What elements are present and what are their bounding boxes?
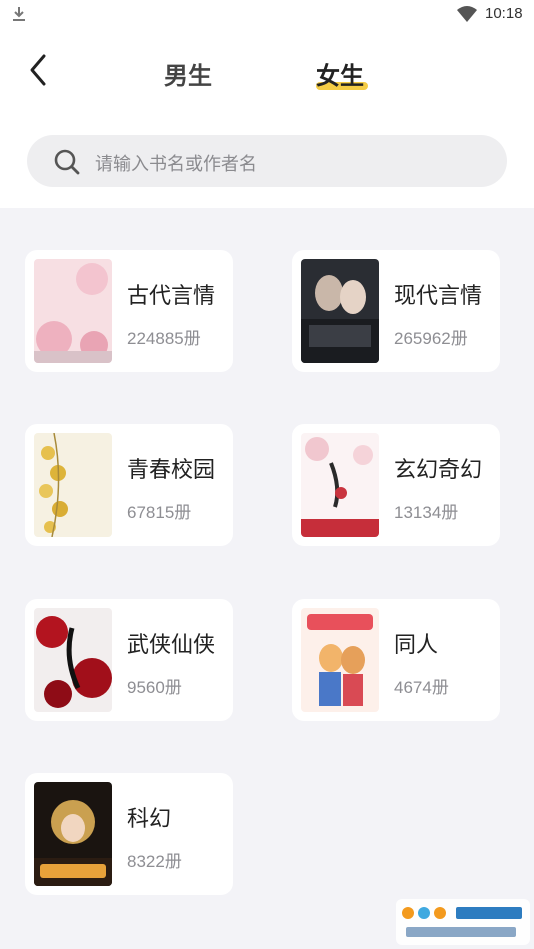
category-title: 同人 [394,633,439,658]
status-time: 10:18 [485,5,523,22]
category-card-ancient-romance[interactable]: 古代言情 224885册 [25,250,233,372]
category-title: 科幻 [127,807,172,832]
wifi-icon [457,6,477,22]
search-icon [54,149,80,175]
category-card-fan-fiction[interactable]: 同人 4674册 [292,599,500,721]
category-count: 265962册 [394,329,468,348]
category-card-youth-campus[interactable]: 青春校园 67815册 [25,424,233,546]
status-bar: 10:18 [0,0,534,28]
book-cover-image [34,608,112,712]
category-card-fantasy[interactable]: 玄幻奇幻 13134册 [292,424,500,546]
category-count: 224885册 [127,329,201,348]
category-title: 古代言情 [127,284,216,309]
search-input[interactable]: 请输入书名或作者名 [27,135,507,187]
category-title: 玄幻奇幻 [394,458,483,483]
category-title: 武侠仙侠 [127,633,216,658]
tab-female-label: 女生 [316,62,364,90]
book-cover-image [34,782,112,886]
download-icon [13,7,25,21]
book-cover-image [301,608,379,712]
category-title: 现代言情 [394,284,483,309]
search-placeholder: 请输入书名或作者名 [95,154,257,175]
category-count: 9560册 [127,678,182,697]
category-count: 4674册 [394,678,449,697]
category-card-wuxia-xianxia[interactable]: 武侠仙侠 9560册 [25,599,233,721]
back-icon[interactable] [26,52,56,88]
category-card-sci-fi[interactable]: 科幻 8322册 [25,773,233,895]
book-cover-image [301,259,379,363]
book-cover-image [34,259,112,363]
tab-male[interactable]: 男生 [164,56,212,91]
tab-female[interactable]: 女生 [316,56,364,91]
book-cover-image [34,433,112,537]
watermark-logo [396,899,530,945]
book-cover-image [301,433,379,537]
category-count: 13134册 [394,503,459,522]
category-count: 67815册 [127,503,192,522]
category-card-modern-romance[interactable]: 现代言情 265962册 [292,250,500,372]
category-title: 青春校园 [127,458,216,483]
category-count: 8322册 [127,852,182,871]
